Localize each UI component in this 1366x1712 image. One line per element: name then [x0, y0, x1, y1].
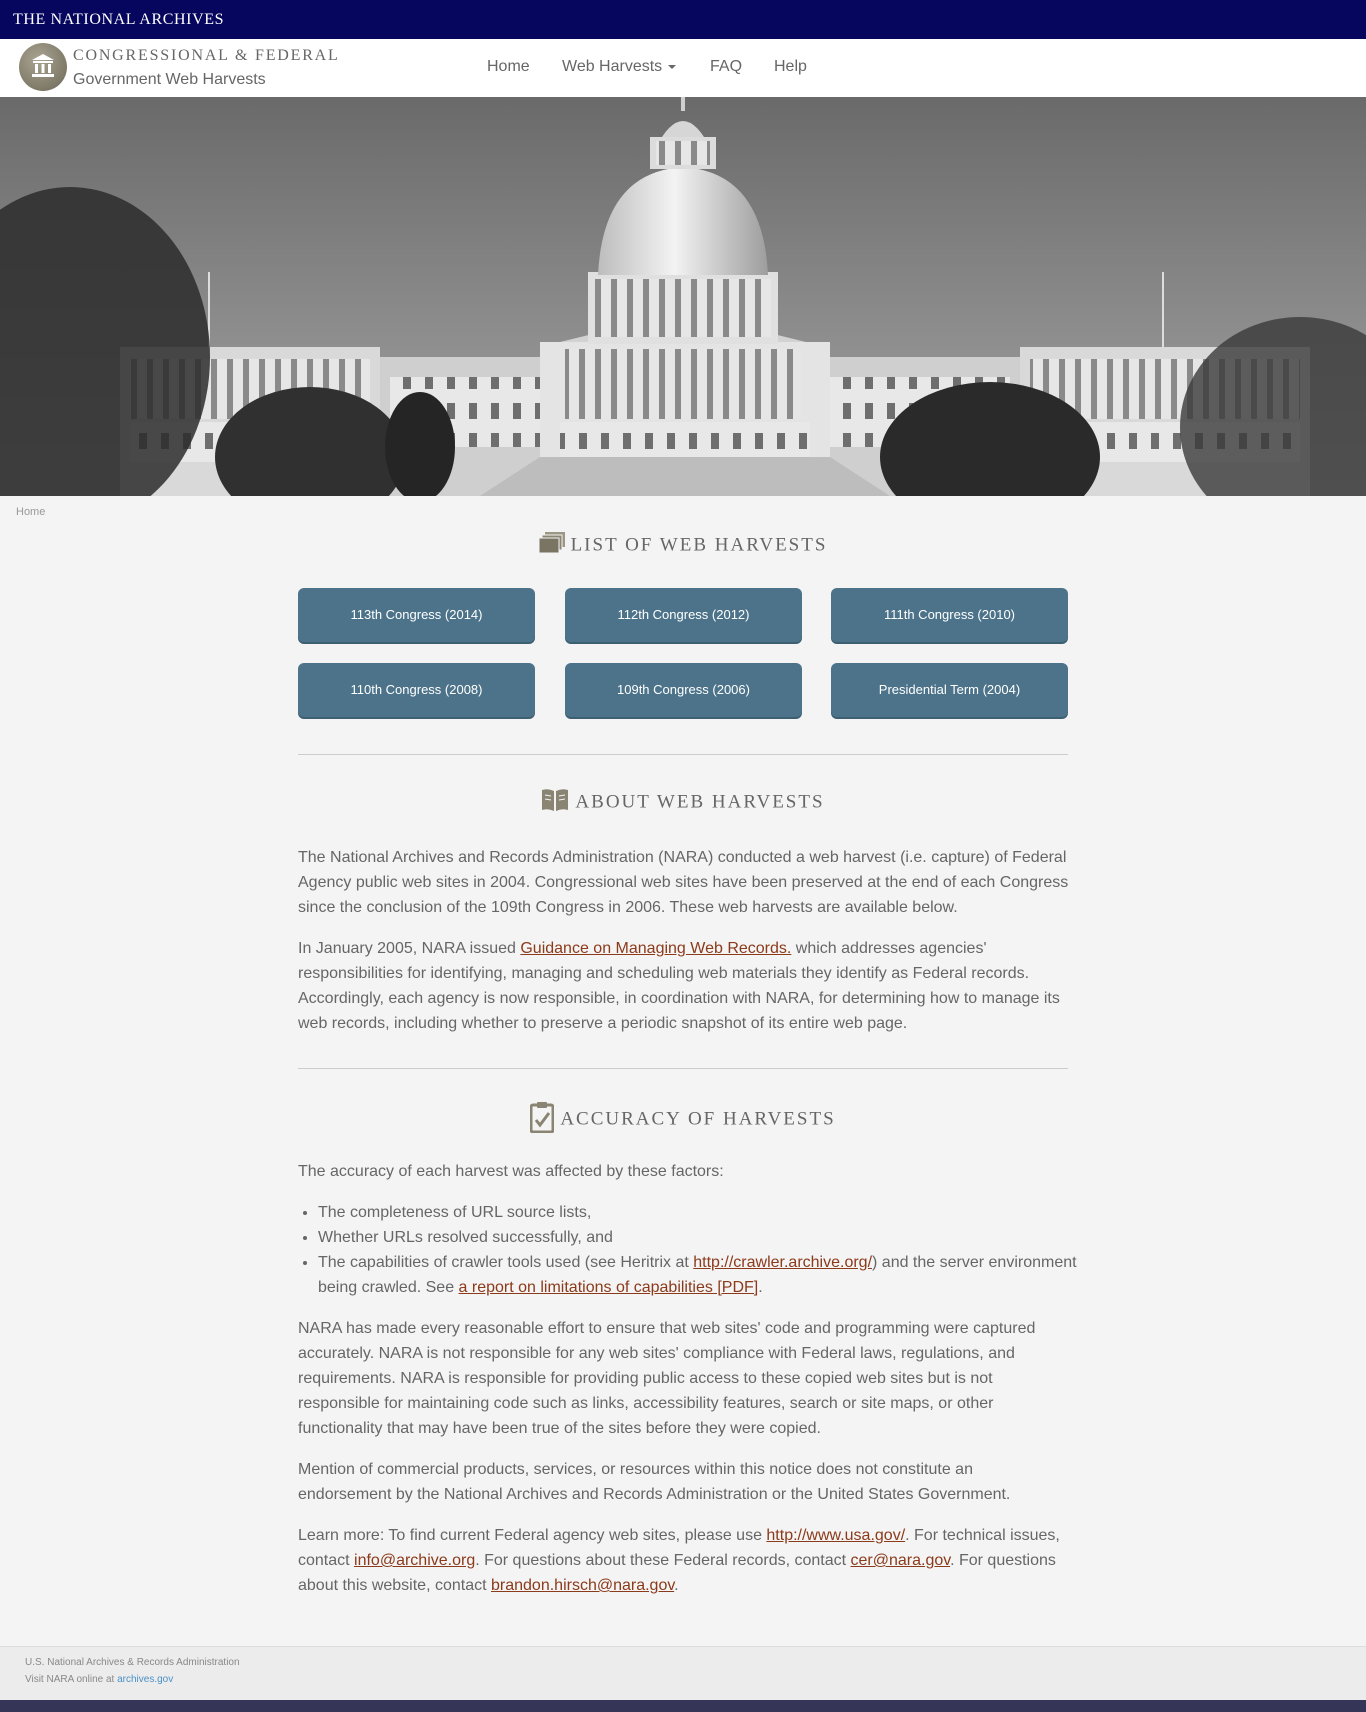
nav-web-harvests-label: Web Harvests — [562, 58, 663, 75]
national-archives-brand[interactable]: THE NATIONAL ARCHIVES — [13, 11, 224, 29]
guidance-link[interactable]: Guidance on Managing Web Records. — [520, 940, 791, 957]
bottom-bar — [0, 1700, 1366, 1712]
accuracy-section-heading: ACCURACY OF HARVESTS — [560, 1108, 836, 1130]
cer-nara-email-link[interactable]: cer@nara.gov — [851, 1552, 951, 1569]
about-paragraph-1: The National Archives and Records Admini… — [298, 849, 1069, 916]
open-book-icon — [541, 788, 569, 818]
site-subtitle[interactable]: Government Web Harvests — [73, 71, 266, 89]
nav-help[interactable]: Help — [774, 58, 807, 76]
about-p2-before: In January 2005, NARA issued — [298, 940, 521, 957]
crawler-archive-link[interactable]: http://crawler.archive.org/ — [693, 1254, 872, 1271]
info-archive-email-link[interactable]: info@archive.org — [354, 1552, 475, 1569]
breadcrumb-home[interactable]: Home — [16, 506, 45, 518]
footer-visit-prefix: Visit NARA online at — [25, 1674, 118, 1685]
about-section-title: ABOUT WEB HARVESTS — [0, 788, 1366, 818]
nav-home[interactable]: Home — [487, 58, 530, 76]
brandon-hirsch-email-link[interactable]: brandon.hirsch@nara.gov — [491, 1577, 674, 1594]
harvest-button-111th[interactable]: 111th Congress (2010) — [831, 588, 1068, 642]
harvest-button-113th[interactable]: 113th Congress (2014) — [298, 588, 535, 642]
p4-a: Learn more: To find current Federal agen… — [298, 1527, 767, 1544]
list-section-title: LIST OF WEB HARVESTS — [0, 532, 1366, 560]
nav-web-harvests[interactable]: Web Harvests — [562, 58, 677, 76]
harvest-button-presidential-2004[interactable]: Presidential Term (2004) — [831, 663, 1068, 717]
about-section-heading: ABOUT WEB HARVESTS — [575, 791, 825, 813]
caret-down-icon — [668, 64, 677, 69]
harvest-button-110th[interactable]: 110th Congress (2008) — [298, 663, 535, 717]
accuracy-section-title: ACCURACY OF HARVESTS — [0, 1101, 1366, 1139]
accuracy-paragraph-4: Learn more: To find current Federal agen… — [298, 1523, 1070, 1598]
accuracy-factor-list: The completeness of URL source lists, Wh… — [298, 1200, 1090, 1300]
nav-faq[interactable]: FAQ — [710, 58, 742, 76]
site-title[interactable]: CONGRESSIONAL & FEDERAL — [73, 47, 340, 65]
harvest-button-112th[interactable]: 112th Congress (2012) — [565, 588, 802, 642]
harvest-button-109th[interactable]: 109th Congress (2006) — [565, 663, 802, 717]
usa-gov-link[interactable]: http://www.usa.gov/ — [766, 1527, 905, 1544]
p4-e: . — [674, 1577, 679, 1594]
clipboard-check-icon — [529, 1101, 555, 1139]
footer-visit-line: Visit NARA online at archives.gov — [25, 1674, 173, 1685]
breadcrumb: Home — [16, 506, 45, 518]
about-paragraph-2: In January 2005, NARA issued Guidance on… — [298, 936, 1070, 1036]
list-item: Whether URLs resolved successfully, and — [318, 1225, 1090, 1250]
accuracy-intro: The accuracy of each harvest was affecte… — [298, 1163, 724, 1180]
accuracy-paragraph-3: Mention of commercial products, services… — [298, 1461, 1011, 1503]
divider — [298, 1068, 1068, 1069]
limitations-report-link[interactable]: a report on limitations of capabilities … — [459, 1279, 759, 1296]
divider — [298, 754, 1068, 755]
list-item: The capabilities of crawler tools used (… — [318, 1250, 1090, 1300]
accuracy-paragraph-2: NARA has made every reasonable effort to… — [298, 1320, 1036, 1437]
p4-c: . For questions about these Federal reco… — [475, 1552, 851, 1569]
archives-gov-link[interactable]: archives.gov — [117, 1674, 173, 1685]
bullet3-before: The capabilities of crawler tools used (… — [318, 1254, 694, 1271]
footer: U.S. National Archives & Records Adminis… — [0, 1646, 1366, 1700]
list-section-heading: LIST OF WEB HARVESTS — [570, 534, 828, 556]
hero-capitol-image — [0, 97, 1366, 496]
footer-agency-name: U.S. National Archives & Records Adminis… — [25, 1657, 240, 1668]
bullet3-after: . — [758, 1279, 763, 1296]
seal-logo-icon[interactable] — [19, 43, 67, 91]
list-item: The completeness of URL source lists, — [318, 1200, 1090, 1225]
stacked-pages-icon — [538, 532, 565, 560]
navbar: CONGRESSIONAL & FEDERAL Government Web H… — [0, 39, 1366, 98]
top-bar: THE NATIONAL ARCHIVES — [0, 0, 1366, 39]
